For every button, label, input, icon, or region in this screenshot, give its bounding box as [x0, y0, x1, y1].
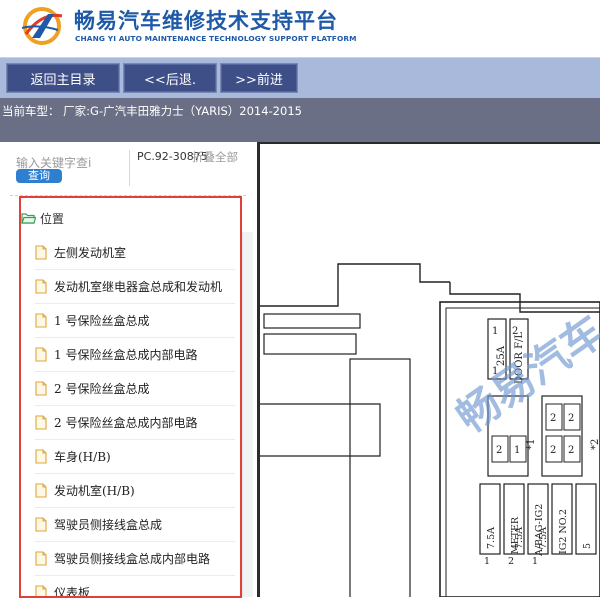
folder-open-icon	[21, 213, 36, 224]
fuse-number: 1	[484, 556, 490, 567]
relay-number: 2	[568, 445, 574, 456]
tree-list: 左侧发动机室发动机室继电器盒总成和发动机 1 号保险丝盒总成 1 号保险丝盒总成内部…	[35, 236, 235, 598]
tree-item-label: 驾驶员侧接线盒总成内部电路	[54, 552, 211, 566]
changyi-logo	[21, 7, 63, 45]
document-icon	[35, 313, 47, 328]
fuse-name: IG2 NO.2	[558, 509, 569, 554]
platform-title: 畅易汽车维修技术支持平台	[74, 9, 338, 33]
document-icon	[35, 415, 47, 430]
relay-mark: *1	[526, 439, 537, 450]
divider	[129, 150, 130, 186]
document-icon	[35, 551, 47, 566]
tree-item[interactable]: 发动机室(H/B)	[35, 474, 235, 508]
document-icon	[35, 347, 47, 362]
tree-item[interactable]: 1 号保险丝盒总成内部电路	[35, 338, 235, 372]
fuse-diagram: 1 2 1 25A DOOR F/L 2 1 *1 2 2 2 2 *2 7.5…	[257, 142, 600, 600]
header: 畅易汽车维修技术支持平台 CHANG YI AUTO MAINTENANCE T…	[0, 0, 600, 56]
tree-item-label: 驾驶员侧接线盒总成	[54, 518, 163, 532]
tree-root-label: 位置	[40, 211, 65, 226]
fuse-rating: 5	[582, 543, 593, 549]
toolbar: 返回主目录 <<后退. >>前进	[0, 57, 600, 98]
tree-item-label: 1 号保险丝盒总成内部电路	[54, 348, 198, 362]
document-icon	[35, 449, 47, 464]
document-icon	[35, 279, 47, 294]
tree-item-label: 左侧发动机室	[54, 246, 127, 260]
relay-mark: *2	[590, 439, 600, 450]
fuse-rating: 7.5A	[486, 527, 497, 549]
relay-number: 1	[514, 445, 520, 456]
back-to-main-button[interactable]: 返回主目录	[6, 63, 120, 93]
tree-item[interactable]: 2 号保险丝盒总成内部电路	[35, 406, 235, 440]
document-icon	[35, 381, 47, 396]
back-button[interactable]: <<后退.	[123, 63, 217, 93]
relay-number: 2	[568, 413, 574, 424]
tree-item-label: 车身(H/B)	[54, 450, 111, 464]
tree-item[interactable]: 发动机室继电器盒总成和发动机	[35, 270, 235, 304]
tree-item-label: 发动机室(H/B)	[54, 484, 135, 498]
tree-highlight-box: 位置 左侧发动机室发动机室继电器盒总成和发动机 1 号保险丝盒总成 1 号保险丝盒总…	[19, 196, 242, 598]
current-vehicle: 当前车型： 厂家:G-广汽丰田雅力士（YARIS）2014-2015	[2, 104, 302, 118]
document-icon	[35, 483, 47, 498]
tree-item-label: 仪表板	[54, 586, 91, 598]
tree-item[interactable]: 驾驶员侧接线盒总成内部电路	[35, 542, 235, 576]
tree-item[interactable]: 仪表板	[35, 576, 235, 598]
relay-number: 2	[550, 413, 556, 424]
fuse-number: 1	[532, 556, 538, 567]
vehicle-bar: 当前车型： 厂家:G-广汽丰田雅力士（YARIS）2014-2015	[0, 98, 600, 142]
relay-number: 2	[496, 445, 502, 456]
document-icon	[35, 585, 47, 596]
document-icon	[35, 245, 47, 260]
sidebar: 输入关键字查i 查询 PC.92-30875 折叠全部 位置 左侧发动机室 发动机…	[0, 142, 256, 598]
document-icon	[35, 517, 47, 532]
watermark-text: 畅易汽车	[448, 306, 600, 443]
collapse-all-link[interactable]: 折叠全部	[192, 151, 238, 163]
fuse-number: 2	[508, 556, 514, 567]
fuse-rating: 7.5A	[514, 527, 525, 549]
tree-item[interactable]: 2 号保险丝盒总成	[35, 372, 235, 406]
tree-item[interactable]: 1 号保险丝盒总成	[35, 304, 235, 338]
tree-item-label: 1 号保险丝盒总成	[54, 314, 150, 328]
tree-item[interactable]: 车身(H/B)	[35, 440, 235, 474]
tree-item-label: 2 号保险丝盒总成内部电路	[54, 416, 198, 430]
tree-item[interactable]: 驾驶员侧接线盒总成	[35, 508, 235, 542]
tree-root-location[interactable]: 位置	[21, 208, 64, 228]
tree-item[interactable]: 左侧发动机室	[35, 236, 235, 270]
platform-subtitle: CHANG YI AUTO MAINTENANCE TECHNOLOGY SUP…	[75, 34, 357, 43]
fuse-rating: 7.5A	[538, 527, 549, 549]
tree-item-label: 2 号保险丝盒总成	[54, 382, 150, 396]
scrollbar[interactable]	[242, 232, 253, 597]
tree-item-label: 发动机室继电器盒总成和发动机	[54, 280, 223, 294]
relay-number: 2	[550, 445, 556, 456]
query-button[interactable]: 查询	[16, 169, 62, 183]
fuse-diagram-drawing: 1 2 1 25A DOOR F/L 2 1 *1 2 2 2 2 *2 7.5…	[260, 263, 600, 600]
forward-button[interactable]: >>前进	[220, 63, 298, 93]
fuse-number: 1	[492, 326, 498, 337]
